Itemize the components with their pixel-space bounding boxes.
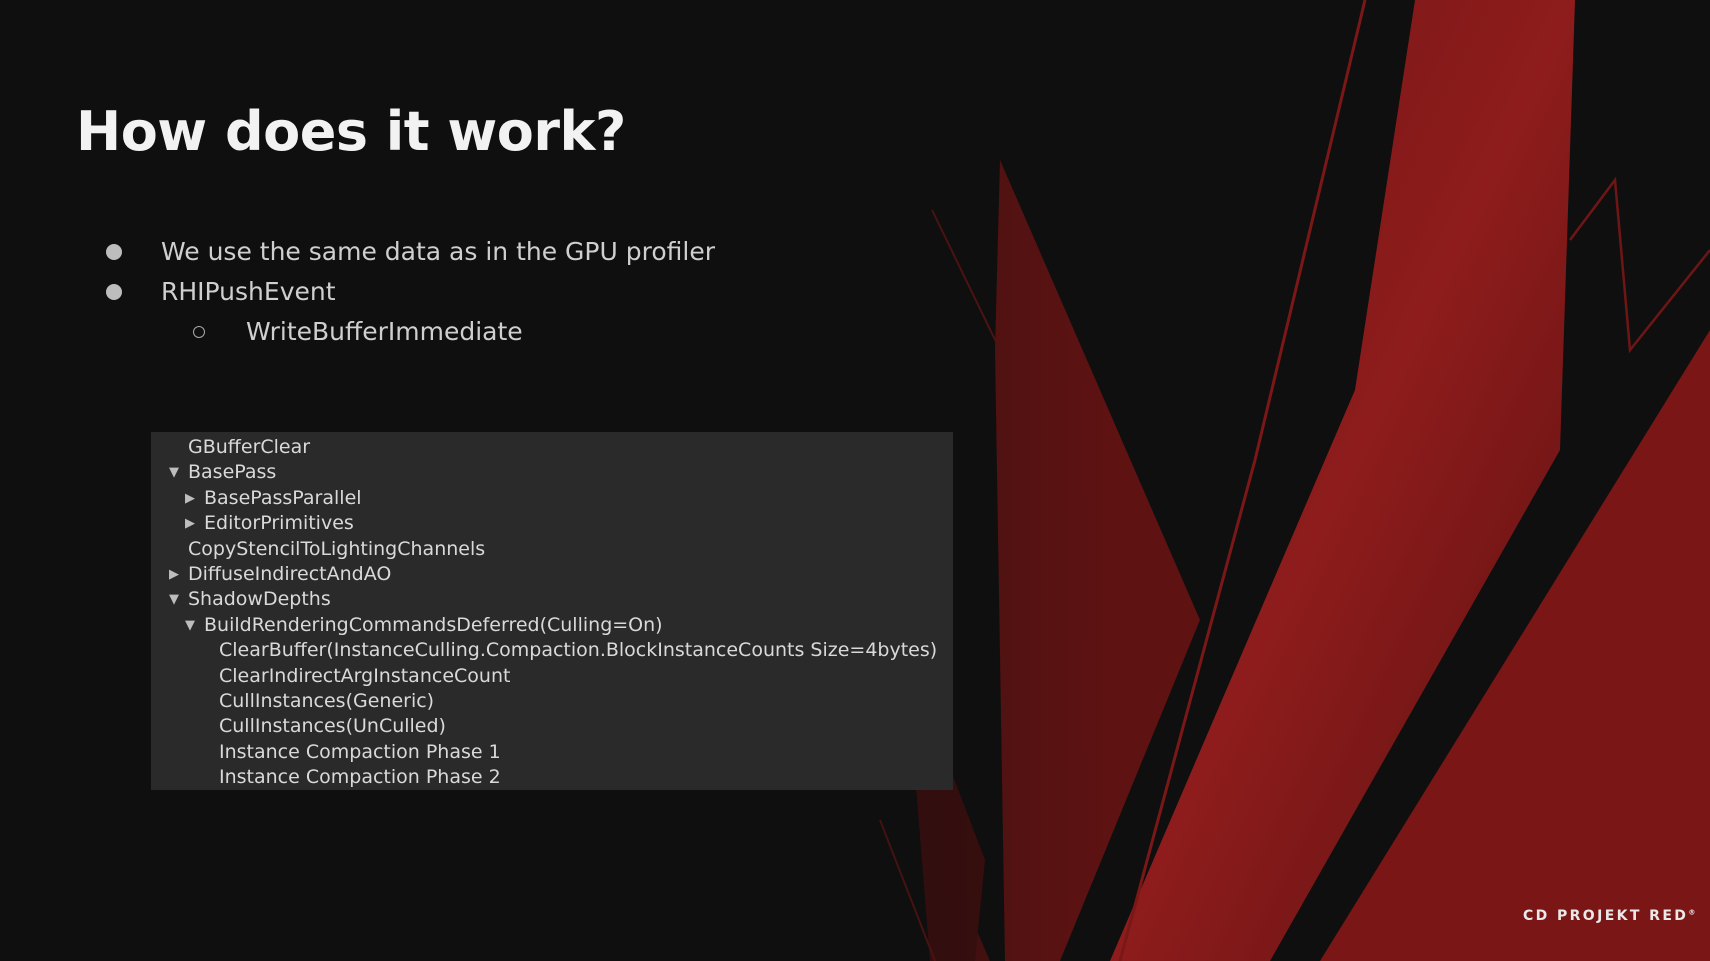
- tree-row[interactable]: CopyStencilToLightingChannels: [151, 537, 953, 562]
- tree-row-label: BasePass: [188, 461, 277, 484]
- tree-row-label: CopyStencilToLightingChannels: [188, 537, 486, 560]
- tree-row[interactable]: ▼ ShadowDepths: [151, 587, 953, 612]
- tree-row[interactable]: Instance Compaction Phase 1: [151, 740, 953, 765]
- tree-row[interactable]: Instance Compaction Phase 2: [151, 765, 953, 790]
- tree-row-label: BasePassParallel: [204, 486, 362, 509]
- tree-row[interactable]: CullInstances(UnCulled): [151, 714, 953, 739]
- logo-text: CD PROJEKT RED: [1523, 908, 1689, 924]
- tree-row-label: CullInstances(UnCulled): [219, 715, 446, 738]
- tree-row-label: EditorPrimitives: [204, 512, 354, 535]
- triangle-down-icon[interactable]: ▼: [167, 460, 181, 485]
- tree-row[interactable]: GBufferClear: [151, 435, 953, 460]
- slide-title: How does it work?: [76, 100, 626, 163]
- triangle-right-icon[interactable]: ▶: [167, 562, 181, 587]
- bullet-text: RHIPushEvent: [161, 277, 336, 306]
- tree-row-label: ClearIndirectArgInstanceCount: [219, 664, 511, 687]
- tree-row[interactable]: ▶ BasePassParallel: [151, 486, 953, 511]
- tree-row-label: Instance Compaction Phase 1: [219, 740, 501, 763]
- event-tree-panel: GBufferClear ▼ BasePass ▶ BasePassParall…: [151, 432, 953, 790]
- tree-row-label: DiffuseIndirectAndAO: [188, 562, 392, 585]
- tree-row-label: Instance Compaction Phase 2: [219, 766, 501, 789]
- tree-row[interactable]: ▶ EditorPrimitives: [151, 511, 953, 536]
- tree-row[interactable]: ▶ DiffuseIndirectAndAO: [151, 562, 953, 587]
- tree-row-label: BuildRenderingCommandsDeferred(Culling=O…: [204, 613, 663, 636]
- tree-row[interactable]: ▼ BuildRenderingCommandsDeferred(Culling…: [151, 613, 953, 638]
- bullet-list: We use the same data as in the GPU profi…: [100, 232, 715, 352]
- bullet-text: We use the same data as in the GPU profi…: [161, 237, 715, 266]
- bullet-item: RHIPushEvent: [100, 272, 715, 312]
- triangle-right-icon[interactable]: ▶: [183, 486, 197, 511]
- triangle-right-icon[interactable]: ▶: [183, 511, 197, 536]
- bullet-dot-icon: [106, 244, 122, 260]
- tree-row[interactable]: ClearIndirectArgInstanceCount: [151, 664, 953, 689]
- bullet-dot-icon: [106, 284, 122, 300]
- sub-bullet-item: WriteBufferImmediate: [100, 312, 715, 352]
- tree-row[interactable]: ClearBuffer(InstanceCulling.Compaction.B…: [151, 638, 953, 663]
- tree-row-label: ClearBuffer(InstanceCulling.Compaction.B…: [219, 639, 938, 662]
- tree-row-label: ShadowDepths: [188, 588, 331, 611]
- cd-projekt-red-logo: CD PROJEKT RED®: [1523, 908, 1695, 924]
- tree-row[interactable]: ▼ BasePass: [151, 460, 953, 485]
- tree-row-label: GBufferClear: [188, 436, 311, 458]
- triangle-down-icon[interactable]: ▼: [183, 613, 197, 638]
- bullet-item: We use the same data as in the GPU profi…: [100, 232, 715, 272]
- triangle-down-icon[interactable]: ▼: [167, 587, 181, 612]
- sub-bullet-text: WriteBufferImmediate: [246, 317, 523, 346]
- registered-mark: ®: [1688, 908, 1696, 917]
- tree-row[interactable]: CullInstances(Generic): [151, 689, 953, 714]
- tree-row-label: CullInstances(Generic): [219, 689, 435, 712]
- hollow-circle-icon: [193, 326, 205, 338]
